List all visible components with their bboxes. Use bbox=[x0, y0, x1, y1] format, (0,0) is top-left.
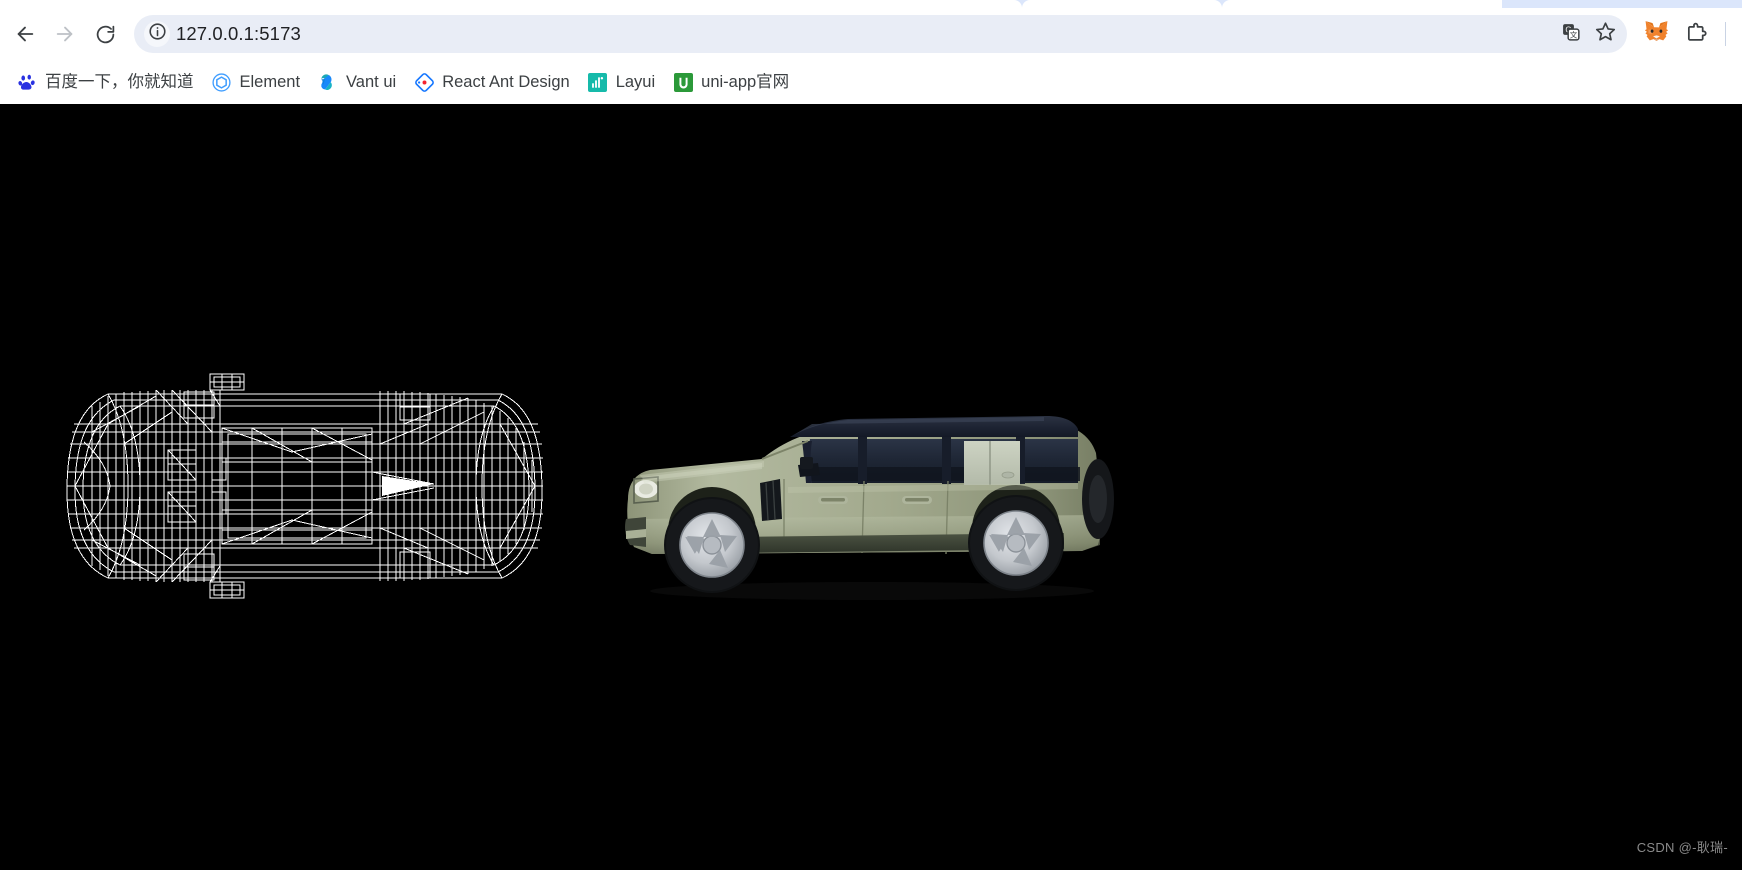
reload-button[interactable] bbox=[86, 15, 124, 53]
arrow-right-icon bbox=[54, 23, 76, 45]
extensions-area bbox=[1629, 17, 1732, 51]
extensions-button[interactable] bbox=[1679, 17, 1713, 51]
uniapp-square-icon bbox=[673, 72, 693, 92]
puzzle-piece-icon bbox=[1685, 21, 1707, 48]
baidu-paw-icon bbox=[17, 72, 37, 92]
bookmark-label: Layui bbox=[615, 72, 656, 91]
bookmark-vant-ui[interactable]: Vant ui bbox=[309, 67, 405, 97]
vant-icon bbox=[318, 72, 338, 92]
toolbar-divider bbox=[1725, 22, 1726, 46]
svg-text:文: 文 bbox=[1570, 29, 1578, 39]
car-wireframe-topview bbox=[62, 372, 548, 600]
bookmark-label: React Ant Design bbox=[442, 72, 570, 91]
tab-strip bbox=[0, 0, 1742, 8]
ant-design-diamond-icon bbox=[414, 72, 434, 92]
bookmark-react-ant-design[interactable]: React Ant Design bbox=[405, 67, 579, 97]
tab-strip-left-fill bbox=[0, 0, 1022, 8]
star-icon bbox=[1595, 21, 1616, 47]
translate-button[interactable]: G 文 bbox=[1555, 18, 1587, 50]
site-info-button[interactable] bbox=[144, 21, 170, 47]
back-button[interactable] bbox=[6, 15, 44, 53]
bookmark-label: Vant ui bbox=[346, 72, 397, 91]
bookmark-label: Element bbox=[239, 72, 301, 91]
translate-icon: G 文 bbox=[1561, 22, 1581, 47]
csdn-watermark: CSDN @-耿瑞- bbox=[1636, 840, 1728, 855]
bookmark-baidu[interactable]: 百度一下，你就知道 bbox=[8, 67, 203, 97]
metamask-fox-icon bbox=[1644, 20, 1669, 48]
layui-square-bg bbox=[588, 72, 608, 92]
url-text[interactable]: 127.0.0.1:5173 bbox=[176, 25, 1553, 44]
reload-icon bbox=[95, 24, 116, 45]
address-bar[interactable]: 127.0.0.1:5173 G 文 bbox=[134, 15, 1627, 53]
page-viewport: CSDN @-耿瑞- bbox=[0, 104, 1742, 870]
info-circle-icon bbox=[148, 22, 167, 46]
layui-square-icon bbox=[588, 72, 608, 92]
browser-toolbar: 127.0.0.1:5173 G 文 bbox=[0, 8, 1742, 60]
browser-window: 127.0.0.1:5173 G 文 bbox=[0, 0, 1742, 870]
bookmark-uniapp[interactable]: uni-app官网 bbox=[664, 67, 798, 97]
active-tab[interactable] bbox=[1022, 0, 1222, 8]
uniapp-square-bg bbox=[673, 72, 693, 92]
bookmark-label: 百度一下，你就知道 bbox=[45, 72, 194, 91]
bookmark-label: uni-app官网 bbox=[701, 72, 790, 91]
arrow-left-icon bbox=[14, 23, 36, 45]
metamask-extension-button[interactable] bbox=[1639, 17, 1673, 51]
forward-button[interactable] bbox=[46, 15, 84, 53]
bookmark-star-button[interactable] bbox=[1589, 18, 1621, 50]
bookmark-element[interactable]: Element bbox=[203, 67, 310, 97]
land-rover-defender-side-view bbox=[612, 379, 1132, 609]
tab-strip-right-fill bbox=[1222, 0, 1502, 8]
bookmarks-bar: 百度一下，你就知道 Element Vant ui React Ant Desi… bbox=[0, 60, 1742, 104]
bookmark-layui[interactable]: Layui bbox=[579, 67, 664, 97]
element-hexagon-icon bbox=[212, 72, 232, 92]
